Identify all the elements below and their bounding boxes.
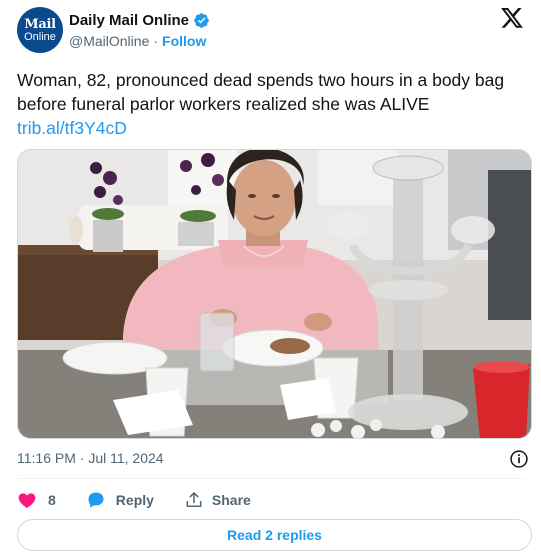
avatar-line1: Mail <box>24 16 56 32</box>
tweet-link[interactable]: trib.al/tf3Y4cD <box>17 116 127 140</box>
divider <box>17 478 524 479</box>
reply-button[interactable]: Reply <box>86 490 184 510</box>
like-button[interactable]: 8 <box>17 490 86 510</box>
reply-label: Reply <box>115 492 154 508</box>
tweet-embed-card: Mail Online Daily Mail Online @MailOnlin… <box>0 0 541 554</box>
author-handle-row: @MailOnline · Follow <box>69 32 206 50</box>
read-replies-button[interactable]: Read 2 replies <box>17 519 532 551</box>
share-button[interactable]: Share <box>184 490 251 510</box>
tweet-actions: 8 Reply Share <box>17 488 251 512</box>
tweet-text-block: Woman, 82, pronounced dead spends two ho… <box>17 68 527 140</box>
photo-of-elderly-woman-at-dinner-table-icon <box>18 150 531 438</box>
avatar-line2: Online <box>24 30 56 43</box>
avatar[interactable]: Mail Online <box>17 7 63 53</box>
tweet-timestamp[interactable]: 11:16 PM · Jul 11, 2024 <box>17 450 164 466</box>
like-count: 8 <box>48 492 56 508</box>
tweet-photo[interactable] <box>17 149 532 439</box>
separator-dot: · <box>153 33 159 49</box>
share-label: Share <box>211 492 251 508</box>
verified-badge-icon <box>194 12 209 28</box>
author-handle[interactable]: @MailOnline <box>69 33 149 49</box>
info-icon[interactable] <box>509 449 529 469</box>
x-logo-icon[interactable] <box>501 8 523 28</box>
author-display-name[interactable]: Daily Mail Online <box>69 12 189 29</box>
follow-button[interactable]: Follow <box>162 33 206 49</box>
speech-bubble-icon <box>88 492 104 508</box>
share-upload-icon <box>186 492 202 507</box>
tweet-text: Woman, 82, pronounced dead spends two ho… <box>17 70 505 114</box>
author-name-row: Daily Mail Online <box>69 10 210 30</box>
heart-icon <box>18 493 36 508</box>
